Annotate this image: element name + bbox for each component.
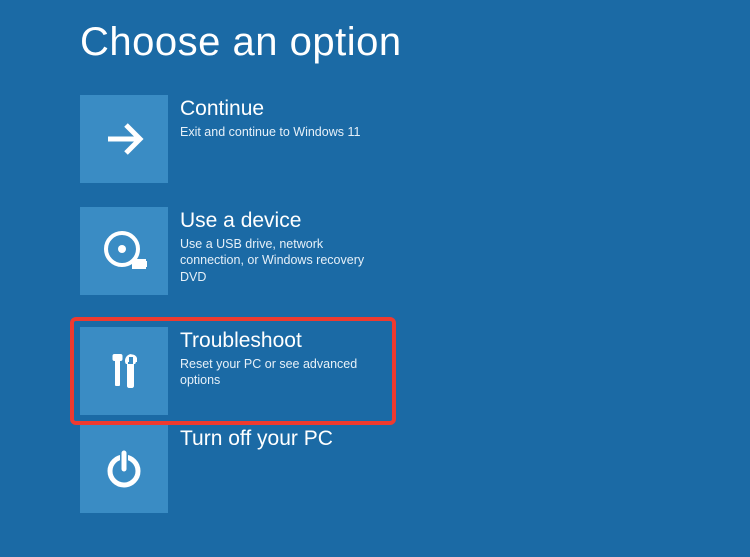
turn-off-tile[interactable]: Turn off your PC bbox=[80, 425, 390, 521]
left-column: Continue Exit and continue to Windows 11… bbox=[80, 95, 415, 425]
disc-usb-icon bbox=[80, 207, 168, 295]
page-title: Choose an option bbox=[80, 20, 670, 65]
use-device-title: Use a device bbox=[180, 209, 380, 232]
power-icon bbox=[80, 425, 168, 513]
continue-text: Continue Exit and continue to Windows 11 bbox=[168, 95, 360, 140]
recovery-options-screen: Choose an option Continue Exit and conti… bbox=[0, 0, 750, 557]
highlight-box: Troubleshoot Reset your PC or see advanc… bbox=[70, 317, 396, 425]
options-grid: Continue Exit and continue to Windows 11… bbox=[80, 95, 670, 537]
use-device-tile[interactable]: Use a device Use a USB drive, network co… bbox=[80, 207, 390, 303]
continue-title: Continue bbox=[180, 97, 360, 120]
troubleshoot-tile[interactable]: Troubleshoot Reset your PC or see advanc… bbox=[80, 327, 390, 415]
troubleshoot-desc: Reset your PC or see advanced options bbox=[180, 356, 380, 389]
turn-off-title: Turn off your PC bbox=[180, 427, 333, 450]
use-device-desc: Use a USB drive, network connection, or … bbox=[180, 236, 380, 285]
troubleshoot-text: Troubleshoot Reset your PC or see advanc… bbox=[168, 327, 380, 389]
continue-tile[interactable]: Continue Exit and continue to Windows 11 bbox=[80, 95, 390, 191]
use-device-text: Use a device Use a USB drive, network co… bbox=[168, 207, 380, 285]
right-column: Turn off your PC bbox=[80, 425, 415, 537]
troubleshoot-title: Troubleshoot bbox=[180, 329, 380, 352]
tools-icon bbox=[80, 327, 168, 415]
turn-off-text: Turn off your PC bbox=[168, 425, 333, 454]
arrow-right-icon bbox=[80, 95, 168, 183]
continue-desc: Exit and continue to Windows 11 bbox=[180, 124, 360, 140]
